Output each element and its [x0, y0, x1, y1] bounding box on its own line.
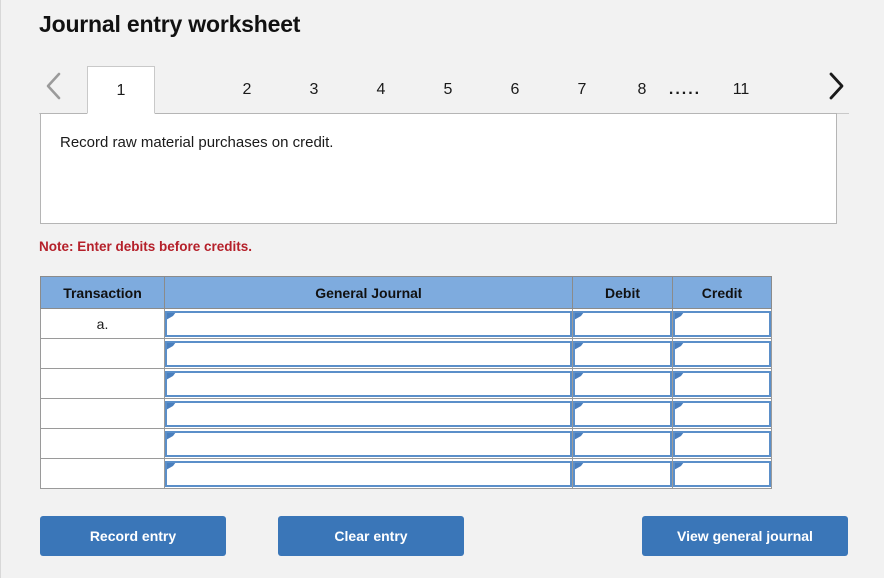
column-header-debit: Debit — [572, 276, 673, 309]
tab-2[interactable]: 2 — [225, 66, 269, 114]
tab-8[interactable]: 8 — [627, 66, 657, 114]
debits-before-credits-note: Note: Enter debits before credits. — [39, 239, 253, 254]
journal-table-header: Transaction General Journal Debit Credit — [40, 276, 772, 309]
column-header-transaction: Transaction — [40, 276, 165, 309]
transaction-label-cell — [40, 338, 165, 369]
transaction-label-cell — [40, 458, 165, 489]
credit-input[interactable] — [673, 460, 771, 487]
credit-input-cell — [672, 458, 772, 489]
dropdown-triangle-icon — [167, 342, 176, 350]
dropdown-triangle-icon — [167, 372, 176, 380]
general-journal-input[interactable] — [165, 340, 572, 367]
transaction-label-cell — [40, 398, 165, 429]
table-row — [40, 458, 772, 489]
credit-input[interactable] — [673, 370, 771, 397]
tab-11[interactable]: 11 — [721, 66, 761, 114]
credit-input-cell — [672, 428, 772, 459]
next-tab-button[interactable] — [821, 69, 849, 103]
debit-input[interactable] — [573, 400, 672, 427]
general-journal-input[interactable] — [165, 400, 572, 427]
debit-input[interactable] — [573, 310, 672, 337]
general-journal-input-cell — [164, 398, 573, 429]
general-journal-input-cell — [164, 368, 573, 399]
journal-entry-table: Transaction General Journal Debit Credit… — [40, 276, 772, 489]
transaction-label-cell — [40, 428, 165, 459]
transaction-label-cell — [40, 368, 165, 399]
dropdown-triangle-icon — [675, 342, 684, 350]
table-row — [40, 428, 772, 459]
clear-entry-button[interactable]: Clear entry — [278, 516, 464, 556]
worksheet-tab-strip: 1 2 3 4 5 6 7 8..... 11 — [39, 59, 849, 114]
tab-4[interactable]: 4 — [359, 66, 403, 114]
credit-input-cell — [672, 368, 772, 399]
credit-input-cell — [672, 398, 772, 429]
table-row: a. — [40, 308, 772, 339]
chevron-right-icon — [829, 72, 844, 100]
dropdown-triangle-icon — [167, 462, 176, 470]
general-journal-input[interactable] — [165, 370, 572, 397]
debit-input-cell — [572, 338, 673, 369]
page-title: Journal entry worksheet — [39, 11, 301, 37]
transaction-label-cell: a. — [40, 308, 165, 339]
dropdown-triangle-icon — [575, 312, 584, 320]
tab-ellipsis: ..... — [668, 81, 702, 98]
dropdown-triangle-icon — [675, 372, 684, 380]
dropdown-triangle-icon — [167, 432, 176, 440]
tab-6[interactable]: 6 — [493, 66, 537, 114]
general-journal-input[interactable] — [165, 310, 572, 337]
credit-input[interactable] — [673, 340, 771, 367]
dropdown-triangle-icon — [675, 432, 684, 440]
instruction-text: Record raw material purchases on credit. — [60, 134, 334, 151]
general-journal-input[interactable] — [165, 460, 572, 487]
credit-input-cell — [672, 338, 772, 369]
view-general-journal-button[interactable]: View general journal — [642, 516, 848, 556]
instruction-panel: Record raw material purchases on credit. — [40, 113, 837, 224]
dropdown-triangle-icon — [575, 402, 584, 410]
debit-input[interactable] — [573, 460, 672, 487]
general-journal-input-cell — [164, 308, 573, 339]
debit-input[interactable] — [573, 430, 672, 457]
dropdown-triangle-icon — [575, 432, 584, 440]
dropdown-triangle-icon — [575, 372, 584, 380]
credit-input[interactable] — [673, 400, 771, 427]
table-header-row: Transaction General Journal Debit Credit — [40, 276, 772, 309]
dropdown-triangle-icon — [675, 312, 684, 320]
credit-input[interactable] — [673, 310, 771, 337]
general-journal-input-cell — [164, 458, 573, 489]
general-journal-input[interactable] — [165, 430, 572, 457]
debit-input-cell — [572, 398, 673, 429]
dropdown-triangle-icon — [167, 312, 176, 320]
debit-input[interactable] — [573, 340, 672, 367]
column-header-credit: Credit — [672, 276, 772, 309]
credit-input-cell — [672, 308, 772, 339]
debit-input-cell — [572, 368, 673, 399]
tab-7[interactable]: 7 — [560, 66, 604, 114]
dropdown-triangle-icon — [575, 342, 584, 350]
dropdown-triangle-icon — [675, 462, 684, 470]
record-entry-button[interactable]: Record entry — [40, 516, 226, 556]
debit-input-cell — [572, 458, 673, 489]
dropdown-triangle-icon — [675, 402, 684, 410]
debit-input[interactable] — [573, 370, 672, 397]
general-journal-input-cell — [164, 428, 573, 459]
table-row — [40, 368, 772, 399]
table-row — [40, 398, 772, 429]
debit-input-cell — [572, 308, 673, 339]
debit-input-cell — [572, 428, 673, 459]
journal-table-body: a. — [40, 308, 772, 489]
tab-1[interactable]: 1 — [87, 66, 155, 114]
table-row — [40, 338, 772, 369]
tab-5[interactable]: 5 — [426, 66, 470, 114]
previous-tab-button[interactable] — [41, 69, 69, 103]
journal-entry-worksheet-page: Journal entry worksheet 1 2 3 4 5 6 7 8..... 11 … — [0, 0, 884, 578]
general-journal-input-cell — [164, 338, 573, 369]
column-header-general-journal: General Journal — [164, 276, 573, 309]
credit-input[interactable] — [673, 430, 771, 457]
dropdown-triangle-icon — [167, 402, 176, 410]
dropdown-triangle-icon — [575, 462, 584, 470]
chevron-left-icon — [46, 72, 61, 100]
tab-3[interactable]: 3 — [292, 66, 336, 114]
